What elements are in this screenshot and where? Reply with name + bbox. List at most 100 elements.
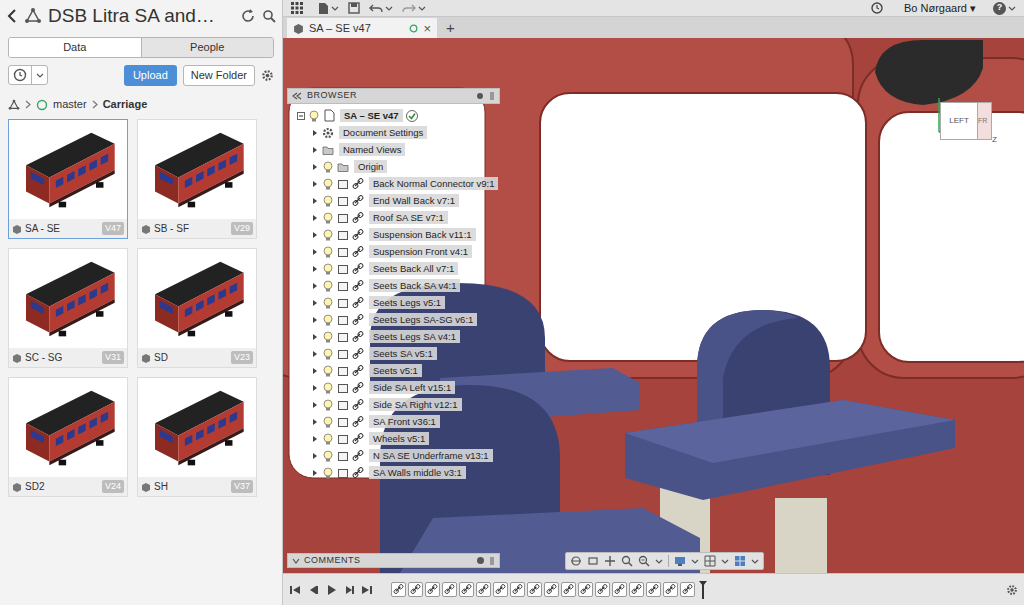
visibility-bulb-icon[interactable]: [322, 450, 334, 462]
gear-icon[interactable]: [261, 69, 274, 82]
expand-node-icon[interactable]: [311, 452, 319, 460]
browser-row[interactable]: SA Walls middle v3:1: [287, 464, 500, 481]
timeline-feature[interactable]: [459, 582, 474, 597]
browser-item-label[interactable]: SA Front v36:1: [369, 415, 440, 428]
step-forward-icon[interactable]: [343, 584, 355, 596]
browser-row[interactable]: Origin: [287, 158, 500, 175]
visibility-bulb-icon[interactable]: [322, 365, 334, 377]
back-icon[interactable]: [6, 8, 18, 24]
grid-settings-icon[interactable]: [704, 555, 716, 567]
help-menu[interactable]: ?: [993, 2, 1016, 15]
timeline-feature[interactable]: [442, 582, 457, 597]
expand-node-icon[interactable]: [311, 316, 319, 324]
visibility-bulb-icon[interactable]: [322, 382, 334, 394]
expand-node-icon[interactable]: [311, 384, 319, 392]
browser-item-label[interactable]: Suspension Front v4:1: [369, 245, 472, 258]
look-at-icon[interactable]: [587, 555, 599, 567]
browser-item-label[interactable]: Side SA Left v15:1: [369, 381, 455, 394]
visibility-bulb-icon[interactable]: [322, 416, 334, 428]
browser-item-label[interactable]: Seets Legs v5:1: [369, 296, 445, 309]
visibility-bulb-icon[interactable]: [322, 433, 334, 445]
undo-icon[interactable]: [369, 3, 383, 13]
panel-tab[interactable]: Data: [9, 38, 141, 57]
file-thumbnail[interactable]: [138, 378, 256, 477]
browser-item-label[interactable]: Roof SA SE v7:1: [369, 211, 448, 224]
file-menu[interactable]: [318, 2, 339, 15]
browser-row[interactable]: Document Settings: [287, 124, 500, 141]
file-name[interactable]: SA - SE: [25, 221, 99, 236]
version-filter-toggle[interactable]: [31, 66, 47, 84]
browser-row[interactable]: Seets v5:1: [287, 362, 500, 379]
file-card[interactable]: SHV37: [137, 377, 257, 497]
visibility-bulb-icon[interactable]: [322, 263, 334, 275]
browser-row[interactable]: Seets Legs SA-SG v6:1: [287, 311, 500, 328]
expand-panel-icon[interactable]: [489, 557, 495, 565]
step-back-icon[interactable]: [307, 584, 319, 596]
hub-icon[interactable]: [8, 99, 20, 111]
timeline-settings-gear-icon[interactable]: [1006, 584, 1018, 596]
dropdown-arrow-icon[interactable]: [655, 558, 663, 565]
file-name[interactable]: SD: [154, 350, 228, 365]
timeline-feature[interactable]: [561, 582, 576, 597]
timeline-feature[interactable]: [493, 582, 508, 597]
redo-menu[interactable]: [402, 3, 426, 13]
browser-row[interactable]: Named Views: [287, 141, 500, 158]
dropdown-arrow-icon[interactable]: [721, 558, 729, 565]
visibility-bulb-icon[interactable]: [322, 195, 334, 207]
collapse-panel-icon[interactable]: [292, 92, 302, 100]
version-filter-button[interactable]: [9, 66, 31, 84]
redo-icon[interactable]: [402, 3, 416, 13]
file-thumbnail[interactable]: [9, 120, 127, 219]
expand-comments-icon[interactable]: [292, 557, 300, 565]
job-status-icon[interactable]: [871, 2, 883, 14]
timeline-feature[interactable]: [646, 582, 661, 597]
browser-row[interactable]: End Wall Back v7:1: [287, 192, 500, 209]
timeline-feature[interactable]: [391, 582, 406, 597]
expand-node-icon[interactable]: [311, 435, 319, 443]
visibility-bulb-icon[interactable]: [322, 297, 334, 309]
browser-item-label[interactable]: End Wall Back v7:1: [369, 194, 459, 207]
refresh-icon[interactable]: [240, 8, 256, 24]
timeline-feature[interactable]: [425, 582, 440, 597]
upload-button[interactable]: Upload: [124, 65, 177, 86]
document-tab[interactable]: SA – SE v47×: [287, 18, 437, 38]
browser-row[interactable]: Roof SA SE v7:1: [287, 209, 500, 226]
timeline-feature[interactable]: [578, 582, 593, 597]
expand-node-icon[interactable]: [311, 214, 319, 222]
timeline-feature[interactable]: [680, 582, 695, 597]
file-thumbnail[interactable]: [138, 120, 256, 219]
browser-row[interactable]: Seets Legs v5:1: [287, 294, 500, 311]
browser-item-label[interactable]: Seets Legs SA v4:1: [369, 330, 460, 343]
viewcube-left-face[interactable]: LEFT: [940, 102, 978, 140]
file-thumbnail[interactable]: [138, 249, 256, 348]
browser-item-label[interactable]: Seets Back SA v4:1: [369, 279, 460, 292]
browser-item-label[interactable]: Origin: [354, 160, 387, 173]
visibility-bulb-icon[interactable]: [322, 229, 334, 241]
timeline-feature[interactable]: [663, 582, 678, 597]
browser-item-label[interactable]: Seets SA v5:1: [369, 347, 437, 360]
expand-node-icon[interactable]: [311, 163, 319, 171]
visibility-bulb-icon[interactable]: [308, 110, 320, 122]
file-thumbnail[interactable]: [9, 249, 127, 348]
comments-panel[interactable]: COMMENTS: [287, 553, 500, 568]
panel-tab[interactable]: People: [141, 38, 274, 57]
new-folder-button[interactable]: New Folder: [183, 65, 255, 86]
timeline-feature[interactable]: [476, 582, 491, 597]
timeline-marker-icon[interactable]: [699, 581, 707, 599]
visibility-bulb-icon[interactable]: [322, 212, 334, 224]
hub-icon[interactable]: [24, 7, 42, 25]
visibility-bulb-icon[interactable]: [322, 314, 334, 326]
file-name[interactable]: SH: [154, 479, 228, 494]
browser-row[interactable]: Seets SA v5:1: [287, 345, 500, 362]
browser-item-label[interactable]: Named Views: [339, 143, 405, 156]
expand-node-icon[interactable]: [311, 197, 319, 205]
browser-item-label[interactable]: Side SA Right v12:1: [369, 398, 462, 411]
viewcube-faces[interactable]: LEFTFR: [940, 102, 992, 140]
viewport[interactable]: BROWSERSA – SE v47Document SettingsNamed…: [283, 38, 1024, 573]
browser-item-label[interactable]: Seets v5:1: [369, 364, 422, 377]
expand-node-icon[interactable]: [311, 401, 319, 409]
undo-menu[interactable]: [369, 3, 393, 13]
dropdown-arrow-icon[interactable]: [36, 72, 44, 79]
timeline-feature[interactable]: [544, 582, 559, 597]
new-tab-button[interactable]: +: [443, 18, 458, 38]
